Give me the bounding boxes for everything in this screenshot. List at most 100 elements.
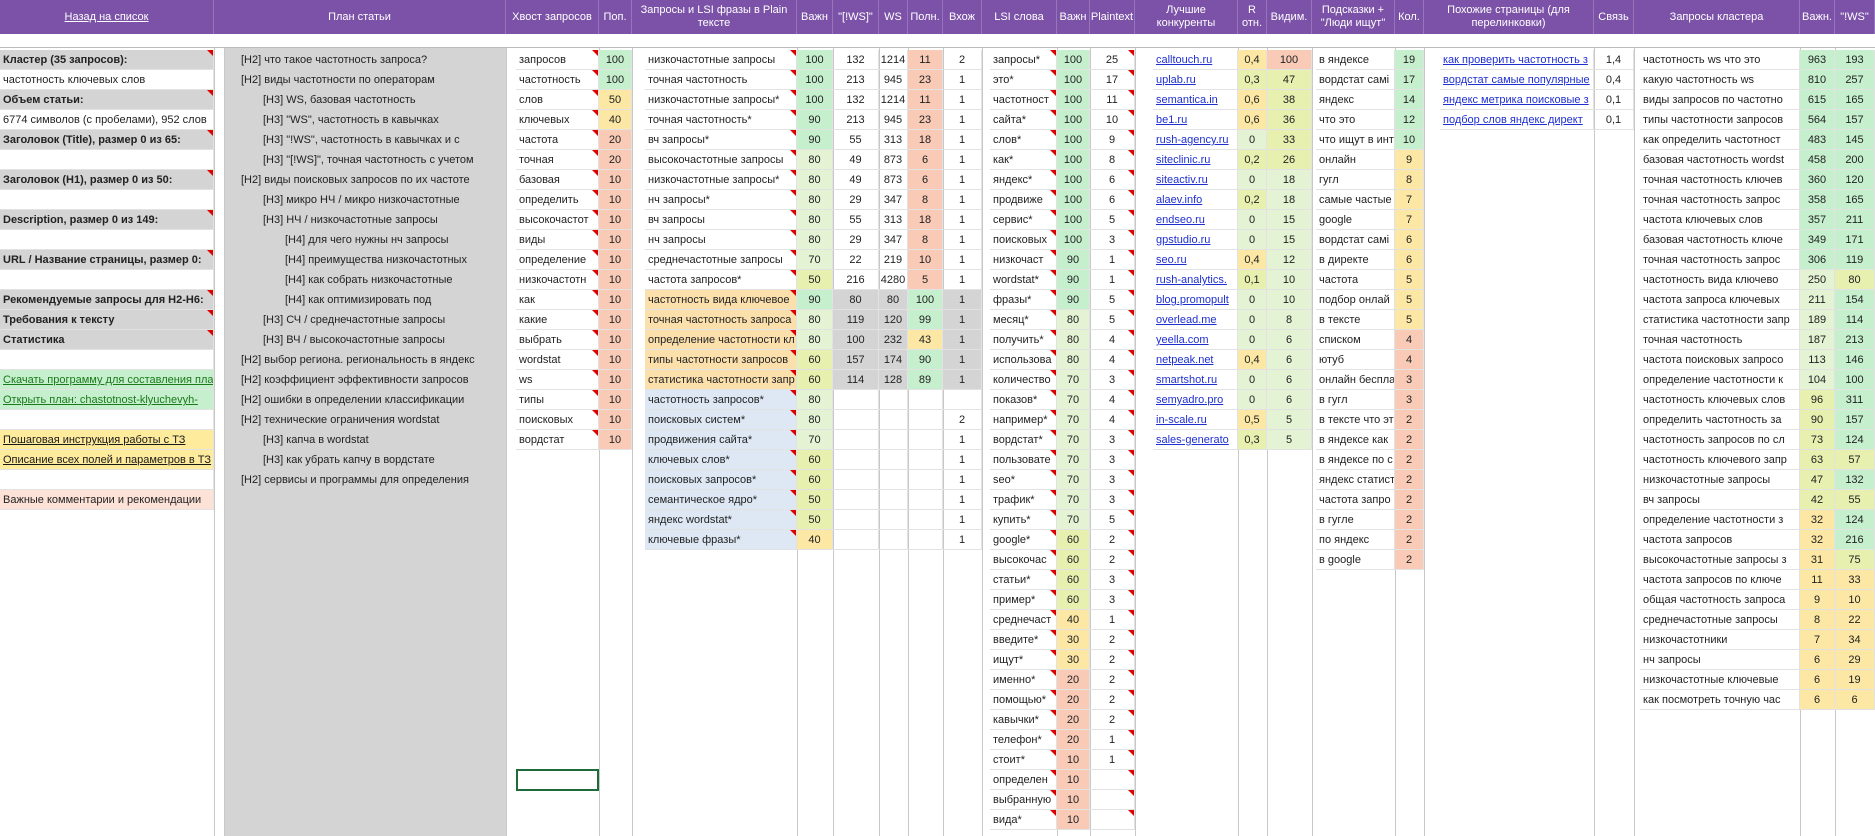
cluster-query[interactable]: точная частотность запрос <box>1640 190 1800 210</box>
plan-item[interactable]: [H2] виды частотности по операторам <box>238 70 506 90</box>
cluster-query[interactable]: частотность ws что это <box>1640 50 1800 70</box>
hint-phrase[interactable]: яндекс <box>1316 90 1395 110</box>
plain-phrase[interactable]: точная частотность запроса <box>645 310 797 330</box>
lsi-word[interactable]: google* <box>990 530 1057 550</box>
plan-item[interactable]: [H4] для чего нужны нч запросы <box>282 230 506 250</box>
lsi-word[interactable]: как* <box>990 150 1057 170</box>
tail-word[interactable]: ключевых <box>516 110 599 130</box>
plain-phrase[interactable]: ключевых слов* <box>645 450 797 470</box>
lsi-word[interactable]: стоит* <box>990 750 1057 770</box>
lsi-word[interactable]: месяц* <box>990 310 1057 330</box>
tail-word[interactable]: частота <box>516 130 599 150</box>
hint-phrase[interactable]: частота запро <box>1316 490 1395 510</box>
tail-word[interactable]: выбрать <box>516 330 599 350</box>
lsi-word[interactable]: запросы* <box>990 50 1057 70</box>
competitor-link[interactable]: yeella.com <box>1153 330 1238 350</box>
cluster-query[interactable]: частотность ключевых слов <box>1640 390 1800 410</box>
hint-phrase[interactable]: в тексте что эт <box>1316 410 1395 430</box>
lsi-word[interactable]: помощью* <box>990 690 1057 710</box>
plan-item[interactable]: [H4] как оптимизировать под <box>282 290 506 310</box>
plain-phrase[interactable]: точная частотность <box>645 70 797 90</box>
lsi-word[interactable]: фразы* <box>990 290 1057 310</box>
competitor-link[interactable]: uplab.ru <box>1153 70 1238 90</box>
cluster-query[interactable]: низкочастотные ключевые <box>1640 670 1800 690</box>
plain-phrase[interactable]: частота запросов* <box>645 270 797 290</box>
cluster-query[interactable]: как определить частотност <box>1640 130 1800 150</box>
hint-phrase[interactable]: яндекс статист <box>1316 470 1395 490</box>
plan-item[interactable]: [H3] WS, базовая частотность <box>260 90 506 110</box>
plan-item[interactable]: [H2] выбор региона. региональность в янд… <box>238 350 506 370</box>
lsi-word[interactable]: seo* <box>990 470 1057 490</box>
tail-word[interactable]: типы <box>516 390 599 410</box>
lsi-word[interactable]: введите* <box>990 630 1057 650</box>
cluster-query[interactable]: вч запросы <box>1640 490 1800 510</box>
plan-item[interactable]: [H4] как собрать низкочастотные <box>282 270 506 290</box>
plain-phrase[interactable]: продвижения сайта* <box>645 430 797 450</box>
cluster-query[interactable]: низкочастотники <box>1640 630 1800 650</box>
lsi-word[interactable]: низкочаст <box>990 250 1057 270</box>
cluster-query[interactable]: какую частотность ws <box>1640 70 1800 90</box>
tail-word[interactable]: базовая <box>516 170 599 190</box>
cluster-query[interactable]: частотность вида ключево <box>1640 270 1800 290</box>
cluster-query[interactable]: частотность ключевого запр <box>1640 450 1800 470</box>
competitor-link[interactable]: netpeak.net <box>1153 350 1238 370</box>
link-cell[interactable]: Описание всех полей и параметров в ТЗ <box>0 450 214 470</box>
lsi-word[interactable]: выбранную <box>990 790 1057 810</box>
plan-item[interactable]: [H3] "[!WS]", точная частотность с учето… <box>260 150 506 170</box>
plan-item[interactable]: [H3] НЧ / низкочастотные запросы <box>260 210 506 230</box>
cluster-query[interactable]: точная частотность ключев <box>1640 170 1800 190</box>
plain-phrase[interactable]: определение частотности кл <box>645 330 797 350</box>
competitor-link[interactable]: seo.ru <box>1153 250 1238 270</box>
cluster-query[interactable]: общая частотность запроса <box>1640 590 1800 610</box>
hint-phrase[interactable]: вордстат самі <box>1316 70 1395 90</box>
plain-phrase[interactable]: высокочастотные запросы <box>645 150 797 170</box>
hint-phrase[interactable]: в гугле <box>1316 510 1395 530</box>
competitor-link[interactable]: in-scale.ru <box>1153 410 1238 430</box>
plain-phrase[interactable]: статистика частотности запр <box>645 370 797 390</box>
tail-word[interactable]: вордстат <box>516 430 599 450</box>
lsi-word[interactable]: телефон* <box>990 730 1057 750</box>
cluster-query[interactable]: определение частотности к <box>1640 370 1800 390</box>
cluster-query[interactable]: базовая частотность wordst <box>1640 150 1800 170</box>
tail-word[interactable]: низкочастотн <box>516 270 599 290</box>
column-header[interactable]: Назад на список <box>0 0 214 34</box>
plan-item[interactable]: [H3] как убрать капчу в вордстате <box>260 450 506 470</box>
lsi-word[interactable]: именно* <box>990 670 1057 690</box>
hint-phrase[interactable]: самые частые <box>1316 190 1395 210</box>
lsi-word[interactable]: высокочас <box>990 550 1057 570</box>
hint-phrase[interactable]: подбор онлай <box>1316 290 1395 310</box>
hint-phrase[interactable]: что ищут в инт <box>1316 130 1395 150</box>
hint-phrase[interactable]: в google <box>1316 550 1395 570</box>
cluster-query[interactable]: среднечастотные запросы <box>1640 610 1800 630</box>
competitor-link[interactable]: calltouch.ru <box>1153 50 1238 70</box>
tail-word[interactable]: какие <box>516 310 599 330</box>
competitor-link[interactable]: siteclinic.ru <box>1153 150 1238 170</box>
lsi-word[interactable]: статьи* <box>990 570 1057 590</box>
lsi-word[interactable]: количество <box>990 370 1057 390</box>
plan-item[interactable]: [H2] что такое частотность запроса? <box>238 50 506 70</box>
link-cell[interactable]: Скачать программу для составления план <box>0 370 214 390</box>
hint-phrase[interactable]: в тексте <box>1316 310 1395 330</box>
plan-item[interactable]: [H3] микро НЧ / микро низкочастотные <box>260 190 506 210</box>
cluster-query[interactable]: частотность запросов по сл <box>1640 430 1800 450</box>
hint-phrase[interactable]: гугл <box>1316 170 1395 190</box>
competitor-link[interactable]: sales-generato <box>1153 430 1238 450</box>
plain-phrase[interactable]: среднечастотные запросы <box>645 250 797 270</box>
hint-phrase[interactable]: что это <box>1316 110 1395 130</box>
lsi-word[interactable]: получить* <box>990 330 1057 350</box>
tail-word[interactable]: как <box>516 290 599 310</box>
competitor-link[interactable]: gpstudio.ru <box>1153 230 1238 250</box>
cluster-query[interactable]: частота поисковых запросо <box>1640 350 1800 370</box>
tail-word[interactable]: запросов <box>516 50 599 70</box>
lsi-word[interactable]: среднечаст <box>990 610 1057 630</box>
plan-item[interactable]: [H3] ВЧ / высокочастотные запросы <box>260 330 506 350</box>
link-cell[interactable]: Пошаговая инструкция работы с ТЗ <box>0 430 214 450</box>
tail-word[interactable]: слов <box>516 90 599 110</box>
cluster-query[interactable]: типы частотности запросов <box>1640 110 1800 130</box>
hint-phrase[interactable]: частота <box>1316 270 1395 290</box>
plan-item[interactable]: [H3] "!WS", частотность в кавычках и с <box>260 130 506 150</box>
tail-word[interactable]: точная <box>516 150 599 170</box>
plan-item[interactable]: [H2] сервисы и программы для определения <box>238 470 506 490</box>
hint-phrase[interactable]: онлайн <box>1316 150 1395 170</box>
cluster-query[interactable]: нч запросы <box>1640 650 1800 670</box>
